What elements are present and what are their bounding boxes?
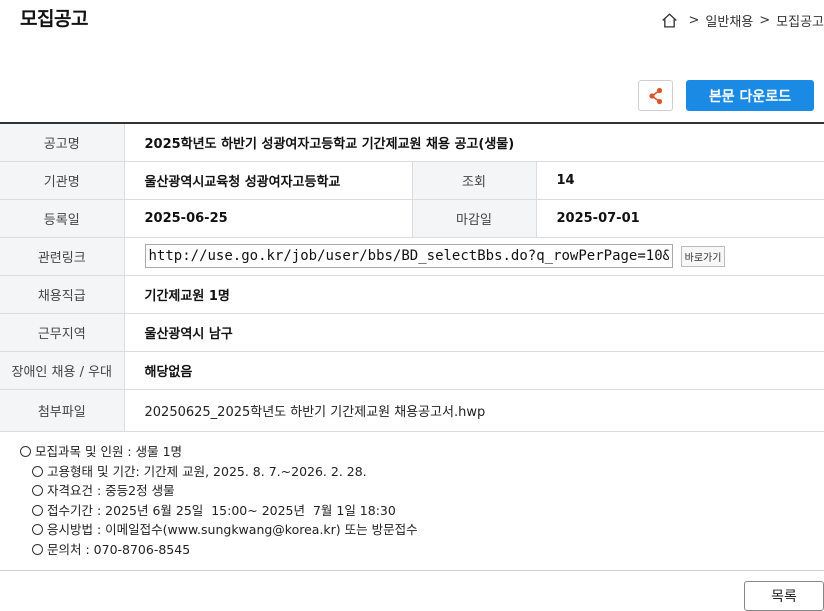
attachment-label: 첨부파일 <box>0 389 125 432</box>
breadcrumb-separator: > <box>688 13 700 28</box>
circle-bullet-icon <box>32 524 43 535</box>
circle-bullet-icon <box>32 504 43 516</box>
org-value: 울산광역시교육청 성광여자고등학교 <box>124 161 412 200</box>
position-label: 채용직급 <box>0 275 125 314</box>
attachment-link[interactable]: 20250625_2025학년도 하반기 기간제교원 채용공고서.hwp <box>124 389 824 432</box>
disabled-label: 장애인 채용 / 우대 <box>0 351 125 390</box>
table-row: 관련링크 바로가기 <box>0 237 824 276</box>
share-button[interactable] <box>638 80 673 111</box>
table-row: 채용직급 기간제교원 1명 <box>0 275 824 314</box>
list-item: 고용형태 및 기간: 기간제 교원, 2025. 8. 7.~2026. 2. … <box>20 462 418 482</box>
list-button[interactable]: 목록 <box>744 581 824 611</box>
related-link-field[interactable] <box>144 244 673 268</box>
table-row: 등록일 2025-06-25 마감일 2025-07-01 <box>0 199 824 238</box>
circle-bullet-icon <box>32 465 43 477</box>
table-row: 기관명 울산광역시교육청 성광여자고등학교 조회 14 <box>0 161 824 200</box>
disabled-value: 해당없음 <box>124 351 824 390</box>
title-value: 2025학년도 하반기 성광여자고등학교 기간제교원 채용 공고(생물) <box>124 123 824 162</box>
list-item: 모집과목 및 인원 : 생물 1명 <box>20 442 418 462</box>
details-item: 접수기간 : 2025년 6월 25일 15:00~ 2025년 7월 1일 1… <box>47 502 396 518</box>
share-icon <box>648 87 662 104</box>
details-item: 자격요건 : 중등2정 생물 <box>47 483 175 498</box>
details-main: 모집과목 및 인원 : 생물 1명 <box>35 444 183 459</box>
reg-date-value: 2025-06-25 <box>124 199 412 238</box>
reg-date-label: 등록일 <box>0 199 125 238</box>
circle-bullet-icon <box>32 543 43 555</box>
breadcrumb-separator: > <box>759 13 771 28</box>
list-item: 응시방법 : 이메일접수(www.sungkwang@korea.kr) 또는 … <box>20 520 418 540</box>
list-item: 문의처 : 070-8706-8545 <box>20 540 418 560</box>
download-body-button[interactable]: 본문 다운로드 <box>686 80 814 111</box>
circle-bullet-icon <box>32 485 43 496</box>
breadcrumb-item-recruit[interactable]: 모집공고 <box>776 11 824 30</box>
go-link-button[interactable]: 바로가기 <box>680 245 726 267</box>
org-label: 기관명 <box>0 161 125 200</box>
table-row: 첨부파일 20250625_2025학년도 하반기 기간제교원 채용공고서.hw… <box>0 389 824 432</box>
home-icon[interactable] <box>661 12 678 29</box>
views-label: 조회 <box>411 161 537 200</box>
details-item: 고용형태 및 기간: 기간제 교원, 2025. 8. 7.~2026. 2. … <box>47 463 367 479</box>
table-row: 공고명 2025학년도 하반기 성광여자고등학교 기간제교원 채용 공고(생물) <box>0 123 824 162</box>
region-value: 울산광역시 남구 <box>124 313 824 352</box>
title-label: 공고명 <box>0 123 125 162</box>
details-item: 응시방법 : 이메일접수(www.sungkwang@korea.kr) 또는 … <box>47 522 418 537</box>
divider <box>0 570 824 571</box>
breadcrumb: > 일반채용 > 모집공고 <box>661 11 824 30</box>
details-item: 문의처 : 070-8706-8545 <box>47 541 191 557</box>
recruit-details: 모집과목 및 인원 : 생물 1명 고용형태 및 기간: 기간제 교원, 202… <box>20 442 418 559</box>
table-row: 장애인 채용 / 우대 해당없음 <box>0 351 824 390</box>
circle-bullet-icon <box>20 446 31 457</box>
deadline-value: 2025-07-01 <box>536 199 824 238</box>
deadline-label: 마감일 <box>411 199 537 238</box>
notice-info-table: 공고명 2025학년도 하반기 성광여자고등학교 기간제교원 채용 공고(생물)… <box>0 122 824 432</box>
views-value: 14 <box>536 161 824 200</box>
table-row: 근무지역 울산광역시 남구 <box>0 313 824 352</box>
position-value: 기간제교원 1명 <box>124 275 824 314</box>
link-label: 관련링크 <box>0 237 125 276</box>
list-item: 자격요건 : 중등2정 생물 <box>20 481 418 501</box>
list-item: 접수기간 : 2025년 6월 25일 15:00~ 2025년 7월 1일 1… <box>20 501 418 521</box>
region-label: 근무지역 <box>0 313 125 352</box>
breadcrumb-item-general[interactable]: 일반채용 <box>705 11 753 30</box>
page-title: 모집공고 <box>20 8 88 30</box>
